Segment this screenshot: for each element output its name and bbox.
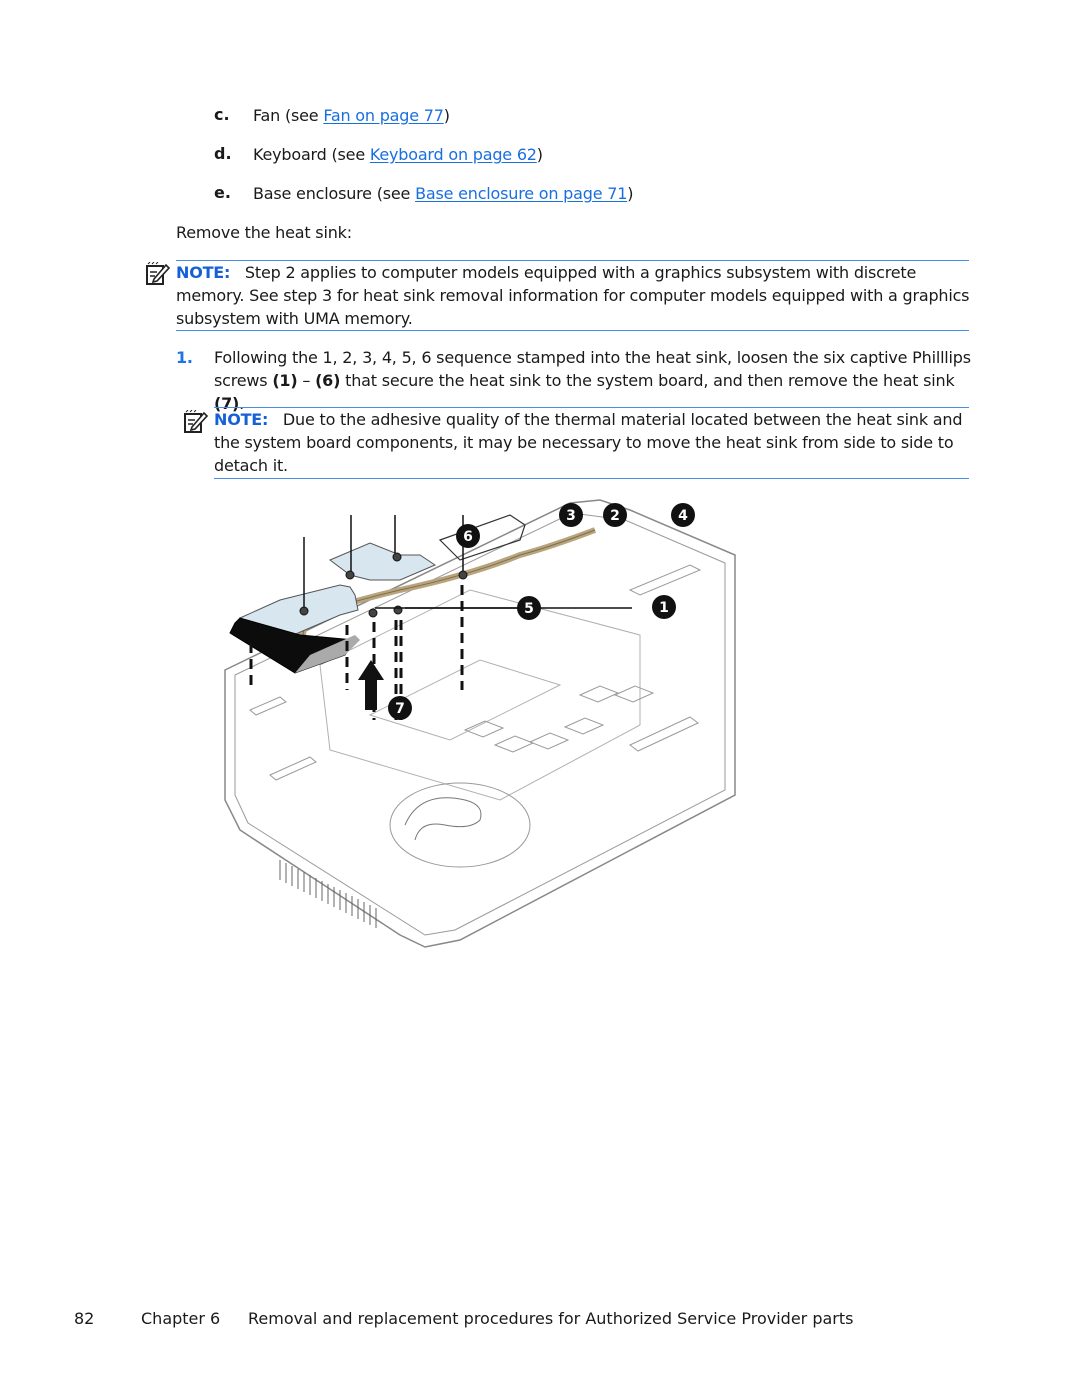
link-base-enclosure[interactable]: Base enclosure on page 71 xyxy=(415,184,627,203)
footer-chapter-label: Chapter 6 xyxy=(141,1309,221,1328)
callout-7: 7 xyxy=(388,696,412,720)
note-2-text: NOTE: Due to the adhesive quality of the… xyxy=(214,408,974,477)
callout-2: 2 xyxy=(603,503,627,527)
lift-arrow-icon xyxy=(358,660,384,710)
step-1-text: Following the 1, 2, 3, 4, 5, 6 sequence … xyxy=(214,346,984,415)
callout-3-label: 3 xyxy=(566,508,576,524)
note-1-line-1: Step 2 applies to computer models equipp… xyxy=(244,263,917,282)
step-1-text-part: that secure the heat sink to the system … xyxy=(340,371,955,390)
prereq-text: Fan (see xyxy=(253,106,324,125)
callout-ref-1: (1) xyxy=(272,371,298,390)
callout-5: 5 xyxy=(517,596,541,620)
callout-ref-6: (6) xyxy=(315,371,341,390)
screw-3 xyxy=(345,570,355,580)
note-2-line-1: Due to the adhesive quality of the therm… xyxy=(282,410,963,429)
note-2-line-2: the system board components, it may be n… xyxy=(214,433,954,452)
prereq-item-keyboard: Keyboard (see Keyboard on page 62) xyxy=(253,143,543,166)
prereq-item-base-enclosure: Base enclosure (see Base enclosure on pa… xyxy=(253,182,633,205)
callout-6-label: 6 xyxy=(463,529,473,545)
callout-3: 3 xyxy=(559,503,583,527)
note-pencil-icon xyxy=(146,262,171,285)
note-2-label: NOTE: xyxy=(214,410,269,429)
heat-sink-illustration: 6 3 2 4 5 1 7 xyxy=(224,499,736,948)
step-1-text-part: screws xyxy=(214,371,273,390)
callout-1-label: 1 xyxy=(659,600,669,616)
prereq-text: Base enclosure (see xyxy=(253,184,416,203)
prereq-text-after: ) xyxy=(443,106,450,125)
step-1-text-part: – xyxy=(297,371,316,390)
item-letter-d: d. xyxy=(214,144,232,163)
screw-6 xyxy=(299,606,309,616)
intro-text: Remove the heat sink: xyxy=(176,223,352,242)
heat-sink-gpu-plate xyxy=(438,514,526,561)
prereq-text: Keyboard (see xyxy=(253,145,370,164)
callout-2-label: 2 xyxy=(610,508,620,524)
note-1-line-3: subsystem with UMA memory. xyxy=(176,309,413,328)
item-letter-c: c. xyxy=(214,105,230,124)
callout-1: 1 xyxy=(652,595,676,619)
link-keyboard[interactable]: Keyboard on page 62 xyxy=(370,145,537,164)
callout-4: 4 xyxy=(671,503,695,527)
callout-5-label: 5 xyxy=(524,601,534,617)
callout-7-label: 7 xyxy=(395,701,405,717)
prereq-text-after: ) xyxy=(627,184,634,203)
screw-4 xyxy=(458,570,468,580)
note-2-line-3: detach it. xyxy=(214,456,288,475)
item-letter-e: e. xyxy=(214,183,231,202)
prereq-text-after: ) xyxy=(536,145,543,164)
callout-6: 6 xyxy=(456,524,480,548)
prereq-item-fan: Fan (see Fan on page 77) xyxy=(253,104,450,127)
note-1-text: NOTE: Step 2 applies to computer models … xyxy=(176,261,976,330)
screw-2 xyxy=(392,552,402,562)
footer-page-number: 82 xyxy=(74,1309,95,1328)
note-1-line-2: memory. See step 3 for heat sink removal… xyxy=(176,286,970,305)
callout-4-label: 4 xyxy=(678,508,688,524)
screw-1 xyxy=(393,605,403,615)
note-pencil-icon xyxy=(184,410,209,433)
link-fan[interactable]: Fan on page 77 xyxy=(323,106,444,125)
note-1-label: NOTE: xyxy=(176,263,231,282)
step-1-number: 1. xyxy=(176,348,193,367)
step-1-line-1: Following the 1, 2, 3, 4, 5, 6 sequence … xyxy=(214,348,971,367)
footer-chapter-title: Removal and replacement procedures for A… xyxy=(248,1309,854,1328)
screw-5 xyxy=(368,608,378,618)
